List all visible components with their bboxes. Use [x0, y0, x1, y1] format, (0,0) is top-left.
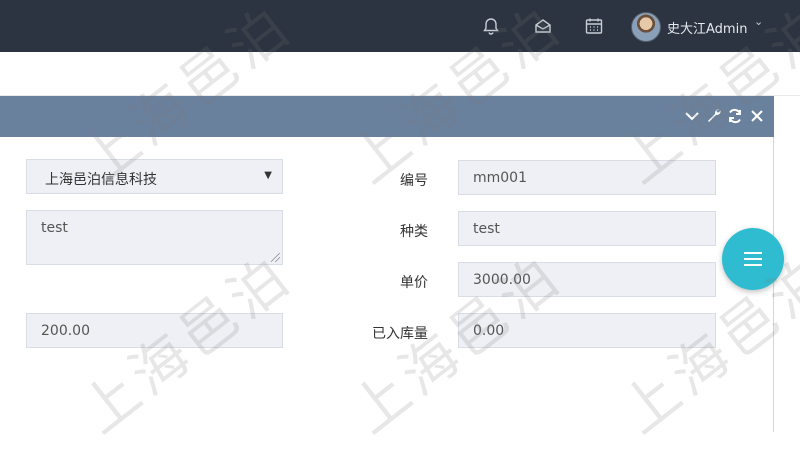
price-value: 3000.00: [473, 272, 531, 288]
menu-icon: [744, 264, 762, 266]
menu-icon: [744, 252, 762, 254]
calendar-icon[interactable]: [584, 16, 604, 36]
bell-icon[interactable]: [481, 16, 501, 36]
panel-header: [0, 96, 774, 137]
amount-value: 200.00: [41, 323, 90, 339]
wrench-icon[interactable]: [705, 107, 723, 125]
collapse-icon[interactable]: [683, 107, 701, 125]
stocked-label: 已入库量: [372, 326, 428, 342]
menu-icon: [744, 258, 762, 260]
dropdown-arrow-icon: ▼: [264, 170, 272, 181]
amount-field[interactable]: 200.00: [26, 313, 283, 348]
refresh-icon[interactable]: [726, 107, 744, 125]
company-select-value: 上海邑泊信息科技: [45, 172, 157, 188]
company-select[interactable]: 上海邑泊信息科技 ▼: [26, 159, 283, 194]
code-label: 编号: [400, 173, 428, 189]
category-label: 种类: [400, 224, 428, 240]
user-name[interactable]: 史大江Admin: [667, 18, 747, 37]
stocked-value: 0.00: [473, 323, 505, 339]
price-label: 单价: [400, 275, 428, 291]
avatar[interactable]: [631, 12, 661, 42]
remark-value: test: [41, 220, 68, 236]
category-field[interactable]: test: [458, 211, 716, 246]
price-field[interactable]: 3000.00: [458, 262, 716, 297]
code-value: mm001: [473, 170, 527, 186]
code-field[interactable]: mm001: [458, 160, 716, 195]
menu-fab-button[interactable]: [722, 228, 784, 290]
remark-textarea[interactable]: test: [26, 210, 283, 265]
inbox-icon[interactable]: [533, 16, 553, 36]
stocked-field[interactable]: 0.00: [458, 313, 716, 348]
category-value: test: [473, 221, 500, 237]
resize-handle-icon[interactable]: [271, 253, 280, 262]
breadcrumb-bar: [0, 52, 800, 96]
close-icon[interactable]: [748, 107, 766, 125]
chevron-down-icon[interactable]: ⌄: [754, 15, 763, 28]
